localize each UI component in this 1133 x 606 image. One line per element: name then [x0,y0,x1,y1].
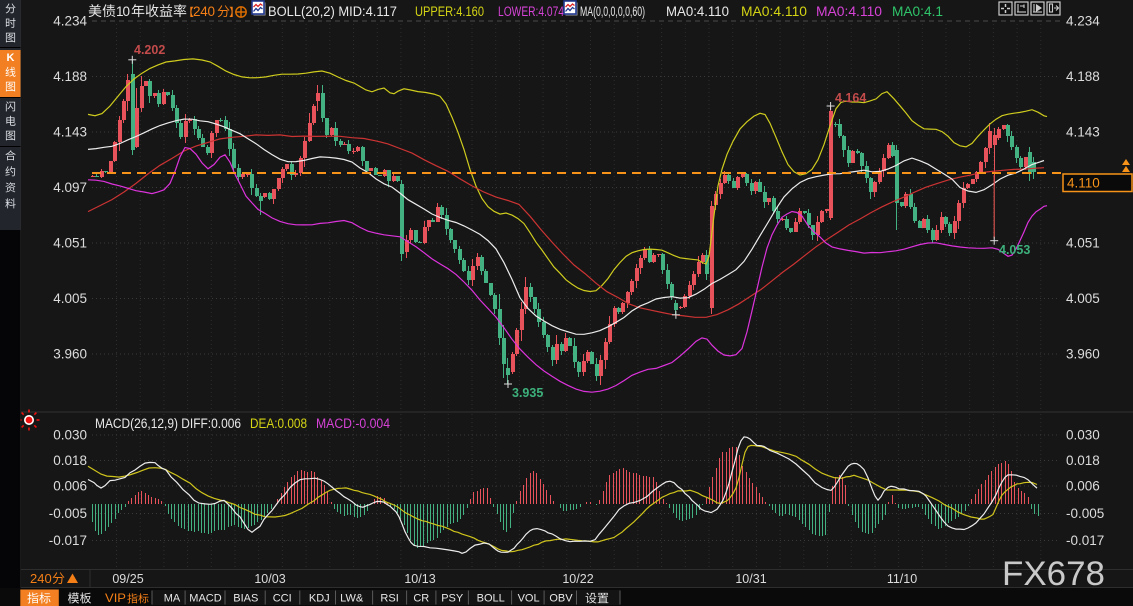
svg-text:VOL: VOL [518,593,540,605]
svg-text:CR: CR [413,593,429,605]
svg-text:MA0:4.110: MA0:4.110 [666,4,729,19]
svg-text:MACD:-0.004: MACD:-0.004 [316,416,390,431]
svg-text:240: 240 [30,571,52,586]
svg-text:3.960: 3.960 [53,347,87,362]
svg-text:0.030: 0.030 [1066,428,1100,443]
svg-text:CCI: CCI [273,593,292,605]
svg-text:KDJ: KDJ [309,593,330,605]
svg-text:FX678: FX678 [1002,555,1105,593]
svg-text:4.110: 4.110 [1067,176,1100,191]
svg-text:4.188: 4.188 [53,69,87,84]
svg-text:11/10: 11/10 [887,572,917,586]
svg-text:DEA:0.008: DEA:0.008 [250,416,307,431]
svg-text:4.051: 4.051 [1066,236,1100,251]
svg-text:LW&: LW& [340,593,364,605]
svg-text:0.030: 0.030 [53,428,87,443]
svg-text:0.018: 0.018 [1066,453,1100,468]
svg-text:UPPER:4.160: UPPER:4.160 [415,4,484,19]
svg-text:4.051: 4.051 [53,236,87,251]
svg-text:09/25: 09/25 [112,572,143,586]
svg-text:240: 240 [193,4,215,19]
svg-text:10: 10 [116,4,130,19]
svg-text:BIAS: BIAS [233,593,258,605]
svg-text:4.143: 4.143 [53,125,87,140]
svg-text:RSI: RSI [380,593,398,605]
svg-text:0.006: 0.006 [1066,479,1100,494]
svg-text:10/13: 10/13 [404,572,435,586]
svg-text:4.005: 4.005 [1066,291,1100,306]
svg-text:10/22: 10/22 [562,572,593,586]
svg-text:K: K [7,52,15,64]
svg-text:OBV: OBV [549,593,573,605]
svg-text:3.960: 3.960 [1066,347,1100,362]
svg-text:-0.005: -0.005 [1066,506,1104,521]
svg-text:BOLL(20,2) MID:4.117: BOLL(20,2) MID:4.117 [268,4,397,19]
svg-text:10/31: 10/31 [735,572,766,586]
svg-text:-0.017: -0.017 [1066,533,1104,548]
svg-text:VIP: VIP [105,591,126,605]
svg-text:MA0:4.110: MA0:4.110 [741,4,807,19]
svg-text:PSY: PSY [441,593,464,605]
svg-text:10/03: 10/03 [254,572,285,586]
svg-text:MACD: MACD [189,593,221,605]
svg-text:4.234: 4.234 [1066,14,1100,29]
svg-text:-0.017: -0.017 [49,533,87,548]
svg-text:4.234: 4.234 [53,14,87,29]
svg-text:MA: MA [164,593,181,605]
svg-text:4.005: 4.005 [53,291,87,306]
svg-text:3.935: 3.935 [512,386,543,400]
svg-text:4.202: 4.202 [134,43,165,57]
svg-text:4.188: 4.188 [1066,69,1100,84]
svg-text:-0.005: -0.005 [49,506,87,521]
svg-text:MA(0,0,0,0,0,60): MA(0,0,0,0,0,60) [580,4,645,19]
svg-text:4.097: 4.097 [53,180,87,195]
svg-text:0.006: 0.006 [53,479,87,494]
svg-text:LOWER:4.074: LOWER:4.074 [498,4,564,19]
svg-text:MA0:4.1: MA0:4.1 [892,4,943,19]
svg-text:4.143: 4.143 [1066,125,1100,140]
svg-text:MACD(26,12,9) DIFF:0.006: MACD(26,12,9) DIFF:0.006 [95,416,241,431]
svg-text:0.018: 0.018 [53,453,87,468]
svg-text:BOLL: BOLL [477,593,505,605]
svg-text:MA0:4.110: MA0:4.110 [816,4,882,19]
svg-text:4.053: 4.053 [999,243,1030,257]
svg-text:4.164: 4.164 [835,91,866,105]
